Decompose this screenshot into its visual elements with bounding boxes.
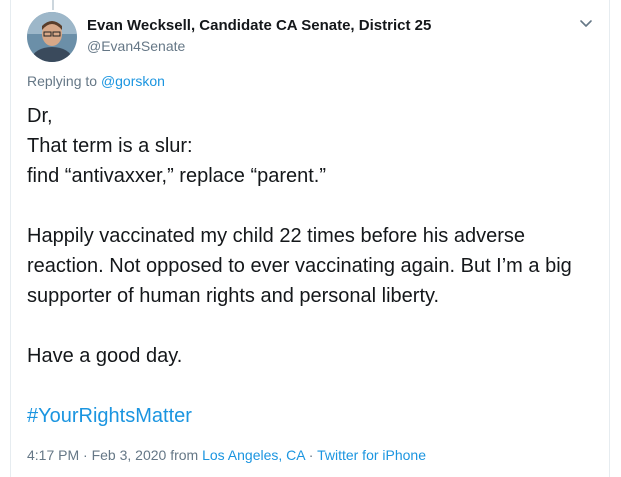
author-name[interactable]: Evan Wecksell, Candidate CA Senate, Dist…: [87, 17, 431, 34]
meta-separator: ·: [304, 447, 318, 463]
tweet-time[interactable]: 4:17 PM: [27, 447, 79, 463]
meta-from: from: [166, 447, 203, 463]
hashtag-link[interactable]: #YourRightsMatter: [27, 405, 192, 427]
thread-connector-line: [52, 0, 54, 10]
tweet-line: find “antivaxxer,” replace “parent.”: [27, 165, 327, 187]
tweet-meta: 4:17 PM · Feb 3, 2020 from Los Angeles, …: [27, 447, 426, 463]
source-link[interactable]: Twitter for iPhone: [317, 447, 426, 463]
chevron-down-icon[interactable]: [577, 14, 595, 32]
tweet-paragraph: Have a good day.: [27, 345, 183, 367]
author-handle[interactable]: @Evan4Senate: [87, 38, 185, 54]
tweet-line: Dr,: [27, 105, 53, 127]
tweet-card: Evan Wecksell, Candidate CA Senate, Dist…: [10, 0, 610, 477]
tweet-text: Dr, That term is a slur: find “antivaxxe…: [27, 101, 599, 431]
tweet-line: That term is a slur:: [27, 135, 193, 157]
replying-prefix: Replying to: [27, 73, 98, 89]
replying-to: Replying to @gorskon: [27, 73, 165, 89]
tweet-date[interactable]: Feb 3, 2020: [92, 447, 167, 463]
reply-mention-link[interactable]: @gorskon: [101, 73, 165, 89]
avatar[interactable]: [27, 12, 77, 62]
meta-separator: ·: [79, 447, 92, 463]
location-link[interactable]: Los Angeles, CA: [202, 447, 305, 463]
tweet-paragraph: Happily vaccinated my child 22 times bef…: [27, 225, 572, 307]
